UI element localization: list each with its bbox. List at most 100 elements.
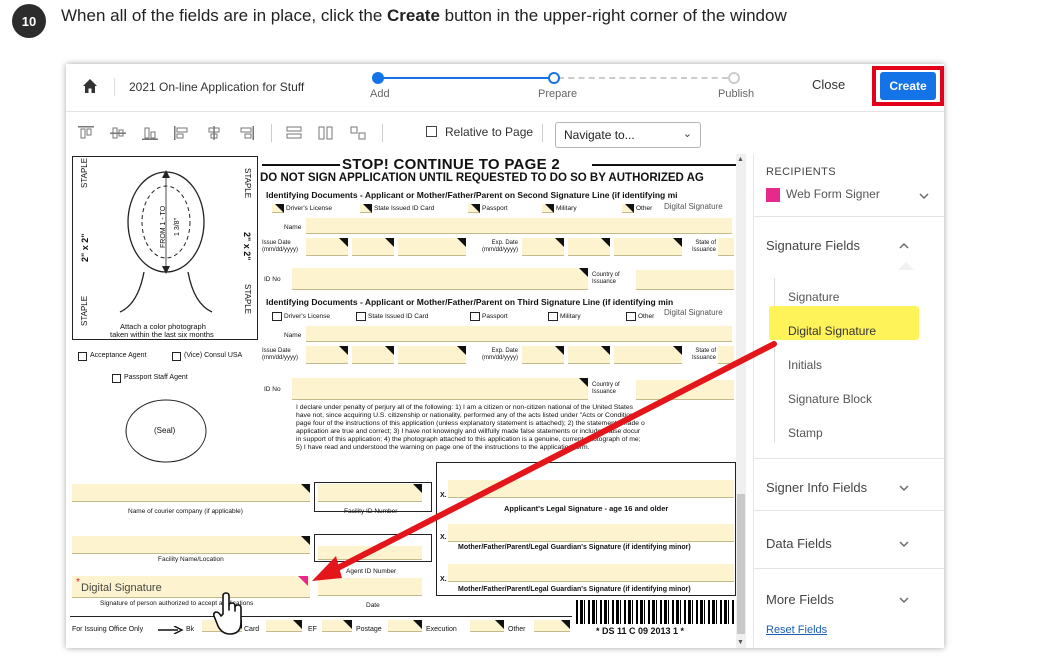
military-checkbox[interactable]: [542, 204, 554, 213]
create-button[interactable]: Create: [880, 72, 936, 100]
chevron-down-icon[interactable]: [918, 190, 930, 202]
name-field[interactable]: [306, 326, 732, 342]
facility-id-field[interactable]: [318, 484, 422, 502]
chevron-down-icon[interactable]: [898, 538, 910, 550]
staple-label: STAPLE: [80, 157, 89, 188]
applicant-signature-field[interactable]: [448, 480, 734, 498]
issue-date-field[interactable]: [352, 238, 394, 256]
issue-date-field[interactable]: [398, 238, 466, 256]
card-field[interactable]: [266, 620, 302, 632]
exp-date-field[interactable]: [568, 346, 610, 364]
id-docs-third-heading: Identifying Documents - Applicant or Mot…: [266, 297, 674, 307]
id-no-label: ID No: [264, 386, 281, 393]
name-field[interactable]: [306, 218, 732, 234]
exp-date-field[interactable]: [522, 238, 564, 256]
execution-field[interactable]: [470, 620, 504, 632]
home-icon[interactable]: [80, 76, 100, 96]
state-id-checkbox[interactable]: [356, 312, 366, 321]
ef-field[interactable]: [322, 620, 352, 632]
drivers-license-checkbox[interactable]: [272, 312, 282, 321]
state-id-label: State Issued ID Card: [374, 205, 435, 212]
applicant-signature-label: Applicant's Legal Signature - age 16 and…: [504, 504, 669, 513]
match-width-icon[interactable]: [286, 126, 302, 140]
issue-date-field[interactable]: [398, 346, 466, 364]
passport-staff-agent-checkbox[interactable]: [112, 374, 121, 383]
document-scrollbar[interactable]: ▲ ▼: [736, 154, 746, 648]
signature-option[interactable]: Signature: [788, 290, 839, 304]
agent-id-label: Agent ID Number: [346, 568, 397, 575]
photo-size-label: 2" x 2": [242, 232, 252, 261]
match-height-icon[interactable]: [318, 126, 334, 140]
alignment-toolbar: Relative to Page Navigate to... ⌄: [66, 113, 746, 153]
chevron-up-icon[interactable]: [898, 240, 910, 252]
initials-option[interactable]: Initials: [788, 358, 822, 372]
other-checkbox[interactable]: [626, 312, 636, 321]
vice-consul-checkbox[interactable]: [172, 352, 181, 361]
state-issuance-field[interactable]: [718, 346, 734, 364]
date-field[interactable]: [318, 578, 422, 596]
issue-date-field[interactable]: [352, 346, 394, 364]
country-issuance-field[interactable]: [636, 380, 734, 400]
align-left-icon[interactable]: [174, 126, 190, 140]
exp-date-field[interactable]: [614, 346, 682, 364]
digital-signature-option[interactable]: Digital Signature: [788, 324, 876, 338]
panel-divider: [754, 510, 944, 511]
drivers-license-checkbox[interactable]: [272, 204, 284, 213]
issue-date-field[interactable]: [306, 346, 348, 364]
passport-checkbox[interactable]: [468, 204, 480, 213]
courier-company-field[interactable]: [72, 484, 310, 502]
navigate-to-dropdown[interactable]: Navigate to... ⌄: [555, 122, 701, 148]
top-bar: 2021 On-line Application for Stuff Add P…: [66, 64, 944, 112]
passport-checkbox[interactable]: [470, 312, 480, 321]
close-button[interactable]: Close: [812, 77, 845, 92]
military-checkbox[interactable]: [548, 312, 558, 321]
chevron-down-icon[interactable]: [898, 482, 910, 494]
issue-date-field[interactable]: [306, 238, 348, 256]
align-bottom-icon[interactable]: [142, 126, 158, 140]
match-size-icon[interactable]: [350, 126, 366, 140]
signature-block-option[interactable]: Signature Block: [788, 392, 872, 406]
reset-fields-link[interactable]: Reset Fields: [766, 624, 827, 636]
recipient-name[interactable]: Web Form Signer: [786, 187, 880, 201]
digital-signature-small-field[interactable]: Digital Signature: [664, 308, 723, 317]
agent-id-field[interactable]: [318, 546, 422, 560]
scroll-up-icon[interactable]: ▲: [737, 156, 744, 163]
data-fields-heading[interactable]: Data Fields: [766, 536, 832, 551]
other-fee-field[interactable]: [534, 620, 570, 632]
chevron-down-icon[interactable]: [898, 594, 910, 606]
align-middle-icon[interactable]: [110, 126, 126, 140]
signature-fields-heading[interactable]: Signature Fields: [766, 238, 860, 253]
scroll-down-icon[interactable]: ▼: [737, 639, 744, 646]
country-issuance-label: Country of Issuance: [592, 272, 620, 285]
align-right-icon[interactable]: [238, 126, 254, 140]
guardian-signature-field[interactable]: [448, 524, 734, 542]
guardian-signature-field[interactable]: [448, 564, 734, 582]
exp-date-field[interactable]: [568, 238, 610, 256]
signer-info-fields-heading[interactable]: Signer Info Fields: [766, 480, 867, 495]
align-top-icon[interactable]: [78, 126, 94, 140]
declaration-line: have not, since acquiring U.S. citizensh…: [296, 412, 634, 419]
name-label: Name: [284, 224, 302, 231]
step-number-badge: 10: [12, 4, 46, 38]
state-issuance-field[interactable]: [718, 238, 734, 256]
more-fields-heading[interactable]: More Fields: [766, 592, 834, 607]
state-id-checkbox[interactable]: [360, 204, 372, 213]
id-no-field[interactable]: [292, 378, 588, 400]
other-label: Other: [638, 313, 655, 320]
scrollbar-thumb[interactable]: [737, 494, 745, 634]
panel-divider: [754, 216, 944, 217]
exp-date-field[interactable]: [522, 346, 564, 364]
digital-signature-small-field[interactable]: Digital Signature: [664, 202, 723, 211]
postage-field[interactable]: [388, 620, 422, 632]
align-center-icon[interactable]: [206, 126, 222, 140]
step-text-before: When all of the fields are in place, cli…: [61, 6, 387, 25]
acceptance-agent-checkbox[interactable]: [78, 352, 87, 361]
stamp-option[interactable]: Stamp: [788, 426, 823, 440]
other-checkbox[interactable]: [622, 204, 634, 213]
country-issuance-field[interactable]: [636, 270, 734, 290]
facility-name-field[interactable]: [72, 536, 310, 554]
exp-date-field[interactable]: [614, 238, 682, 256]
id-no-field[interactable]: [292, 268, 588, 290]
progress-dot-publish: [728, 72, 740, 84]
relative-to-page-checkbox[interactable]: [426, 126, 437, 137]
